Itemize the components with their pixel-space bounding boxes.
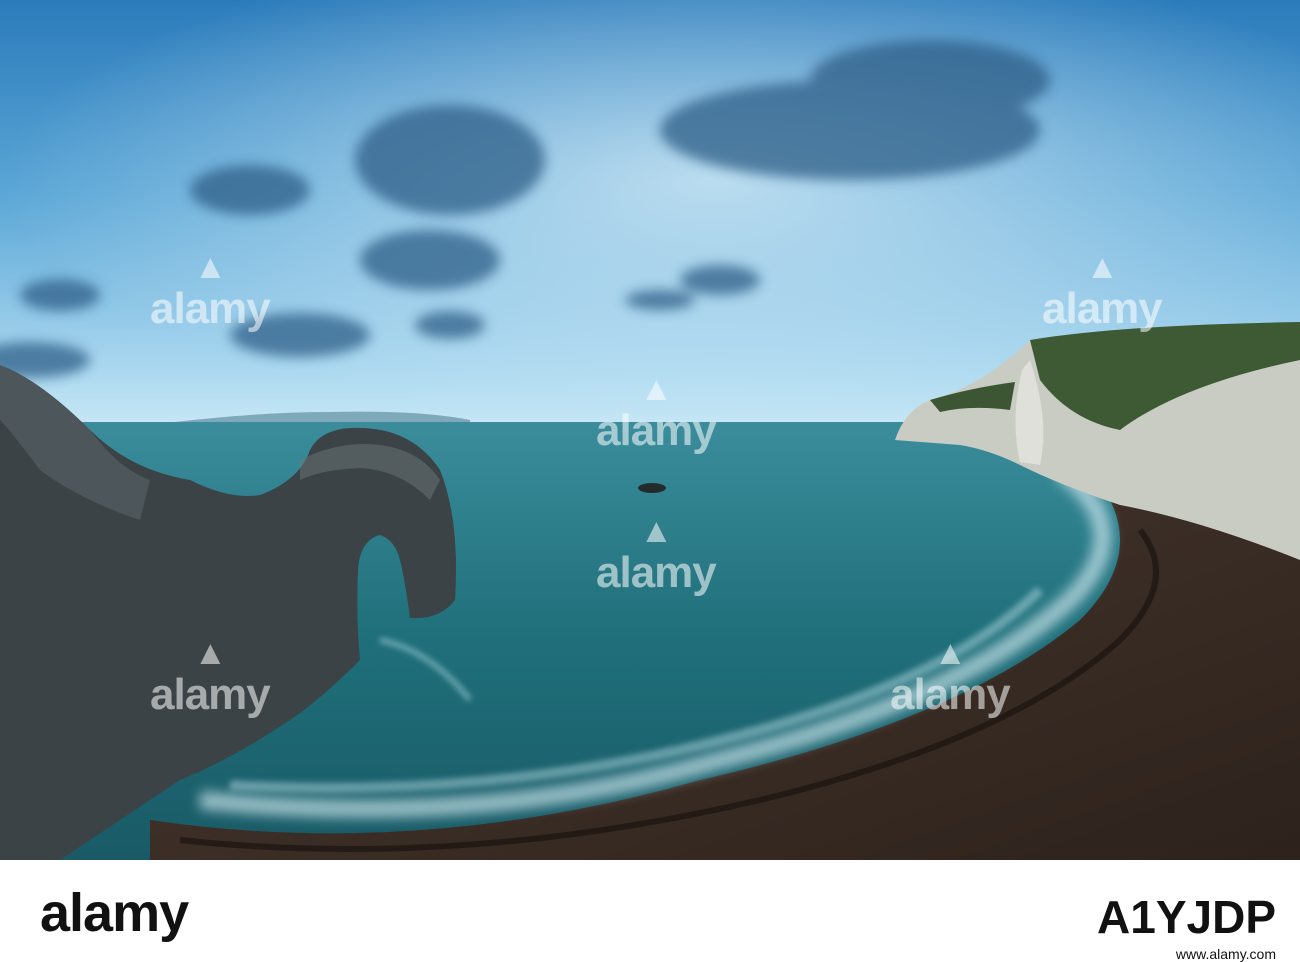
watermark-text: alamy (596, 406, 717, 455)
watermark: ▲ alamy (150, 250, 271, 334)
watermark-mark: ▲ (933, 634, 968, 672)
watermark: ▲ alamy (1042, 250, 1163, 334)
image-id: A1YJDP (1097, 891, 1276, 943)
watermark: ▲ alamy (890, 636, 1011, 720)
footer-bar: alamy A1YJDP www.alamy.com (0, 860, 1300, 962)
alamy-logo[interactable]: alamy (40, 886, 189, 940)
watermark-mark: ▲ (639, 512, 674, 550)
watermark: ▲ alamy (596, 514, 717, 598)
watermark-text: alamy (150, 284, 271, 333)
stock-photo-page: ▲ alamy ▲ alamy ▲ alamy ▲ alamy ▲ alamy ▲ alam… (0, 0, 1300, 962)
watermark-text: alamy (150, 670, 271, 719)
watermark-mark: ▲ (193, 248, 228, 286)
sea-rock (638, 483, 666, 493)
watermark: ▲ alamy (150, 636, 271, 720)
site-url[interactable]: www.alamy.com (1176, 946, 1276, 962)
watermark-text: alamy (596, 548, 717, 597)
watermark-mark: ▲ (193, 634, 228, 672)
watermark: ▲ alamy (596, 372, 717, 456)
watermark-mark: ▲ (1085, 248, 1120, 286)
watermark-mark: ▲ (639, 370, 674, 408)
watermark-text: alamy (890, 670, 1011, 719)
watermark-text: alamy (1042, 284, 1163, 333)
